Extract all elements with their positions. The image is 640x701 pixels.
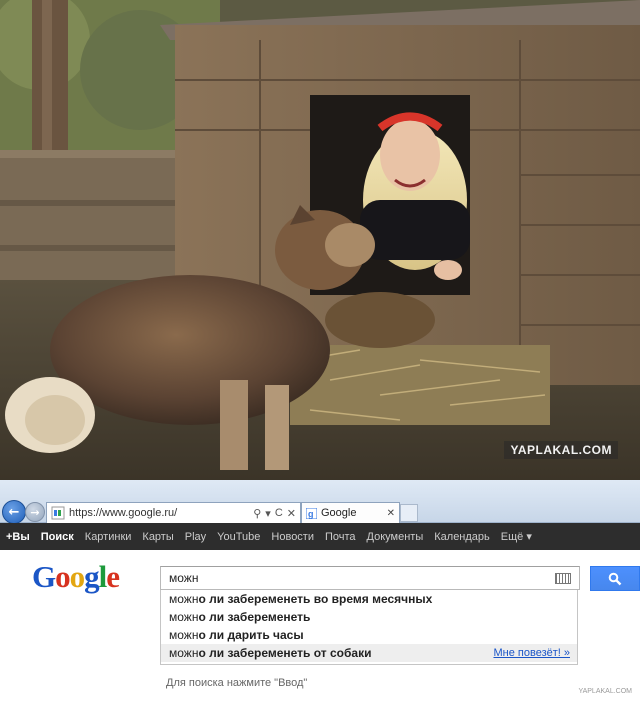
lucky-link[interactable]: Мне повезёт! »	[493, 644, 570, 662]
photo-illustration	[0, 0, 640, 480]
address-text[interactable]: https://www.google.ru/	[69, 507, 253, 519]
logo-letter: G	[32, 559, 56, 594]
gbar-play[interactable]: Play	[185, 531, 206, 543]
new-tab-button[interactable]	[400, 504, 418, 522]
suggestion-prefix: можн	[169, 610, 199, 624]
logo-letter: o	[69, 559, 85, 594]
forward-button[interactable]: →	[25, 502, 45, 522]
gbar-more[interactable]: Ещё ▾	[501, 530, 532, 543]
gbar-mail[interactable]: Почта	[325, 531, 356, 543]
suggestion-completion: о ли забеременеть во время месячных	[198, 592, 433, 606]
magnifier-icon	[608, 572, 622, 585]
suggestion-completion: о ли забеременеть от собаки	[198, 646, 372, 660]
google-logo[interactable]: Google	[32, 559, 120, 595]
enter-hint: Для поиска нажмите "Ввод"	[166, 677, 308, 689]
close-icon[interactable]: ✕	[387, 508, 395, 519]
suggestions-dropdown: можно ли забеременеть во время месячных …	[160, 590, 578, 665]
arrow-right-icon: →	[30, 505, 40, 519]
suggestion-item[interactable]: можно ли забеременеть	[161, 608, 577, 626]
svg-text:g: g	[308, 509, 314, 519]
gbar-youtube[interactable]: YouTube	[217, 531, 260, 543]
tab-title: Google	[321, 507, 357, 519]
photo: YAPLAKAL.COM	[0, 0, 640, 480]
photo-watermark: YAPLAKAL.COM	[504, 441, 618, 459]
google-favicon-icon: g	[306, 507, 317, 519]
small-watermark: YAPLAKAL.COM	[578, 688, 632, 695]
stop-icon[interactable]: ✕	[287, 507, 296, 520]
address-tools: ⚲ ▾ C ✕	[253, 507, 296, 520]
gbar-calendar[interactable]: Календарь	[434, 531, 490, 543]
dropdown-icon[interactable]: ▾	[265, 507, 271, 520]
gbar-search[interactable]: Поиск	[41, 531, 74, 543]
gbar-news[interactable]: Новости	[271, 531, 314, 543]
suggestion-item-highlighted[interactable]: можно ли забеременеть от собаки Мне пове…	[161, 644, 577, 662]
suggestion-completion: о ли дарить часы	[198, 628, 304, 642]
google-bar: +Вы Поиск Картинки Карты Play YouTube Но…	[0, 523, 640, 550]
suggestion-prefix: можн	[169, 628, 199, 642]
arrow-left-icon: ←	[8, 504, 20, 520]
keyboard-icon[interactable]	[555, 573, 571, 584]
search-button[interactable]	[590, 566, 640, 591]
refresh-icon[interactable]: C	[275, 507, 283, 520]
gbar-maps[interactable]: Карты	[142, 531, 173, 543]
gbar-plus-you[interactable]: +Вы	[6, 531, 30, 543]
address-bar[interactable]: https://www.google.ru/ ⚲ ▾ C ✕	[46, 502, 301, 524]
logo-letter: g	[84, 559, 99, 594]
search-icon[interactable]: ⚲	[253, 507, 261, 520]
search-input[interactable]	[169, 568, 549, 588]
suggestion-prefix: можн	[169, 646, 199, 660]
back-button[interactable]: ←	[2, 500, 26, 524]
suggestion-item[interactable]: можно ли дарить часы	[161, 626, 577, 644]
page-favicon-icon	[51, 506, 65, 520]
search-box[interactable]	[160, 566, 580, 590]
suggestion-completion: о ли забеременеть	[198, 610, 311, 624]
gbar-docs[interactable]: Документы	[367, 531, 424, 543]
logo-letter: o	[55, 559, 70, 594]
suggestion-prefix: можн	[169, 592, 199, 606]
logo-letter: e	[106, 559, 120, 594]
logo-letter: l	[98, 559, 108, 594]
gbar-images[interactable]: Картинки	[85, 531, 132, 543]
browser-tab[interactable]: g Google ✕	[301, 502, 400, 523]
suggestion-item[interactable]: можно ли забеременеть во время месячных	[161, 590, 577, 608]
